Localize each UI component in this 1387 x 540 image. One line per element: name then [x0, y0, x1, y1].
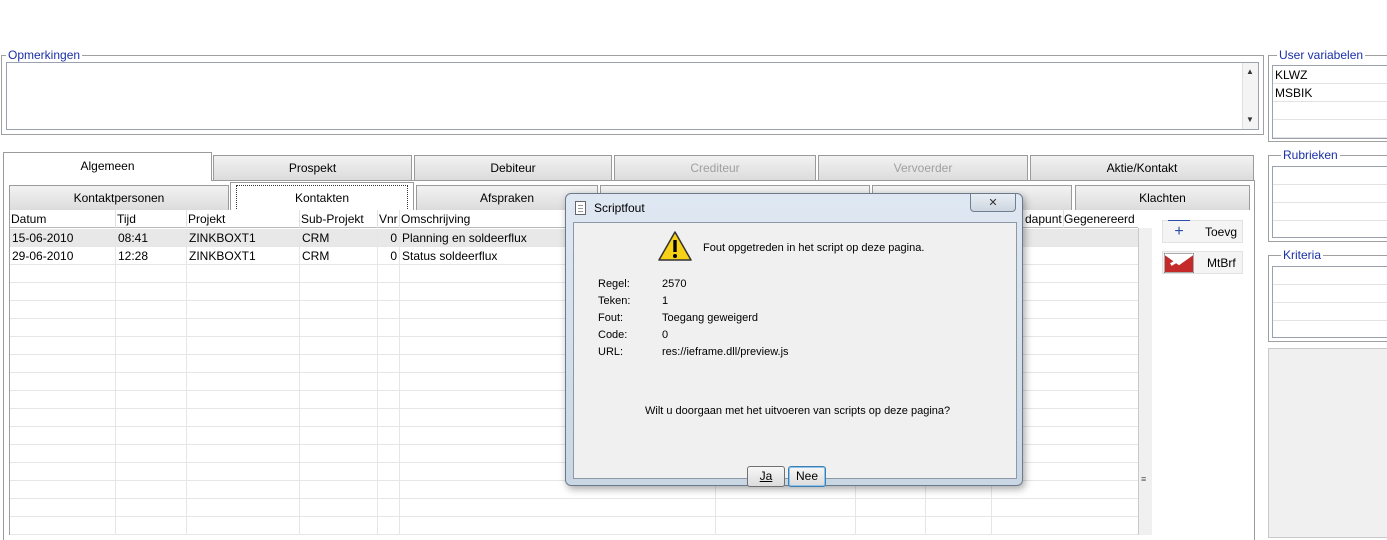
- list-item[interactable]: [1273, 167, 1387, 185]
- rubrieken-group: Rubrieken: [1268, 148, 1387, 242]
- tab-label: Aktie/Kontakt: [1106, 161, 1178, 175]
- opmerkingen-textarea[interactable]: ▲ ▼: [6, 62, 1259, 130]
- dialog-title: Scriptfout: [594, 201, 645, 215]
- list-item[interactable]: [1273, 185, 1387, 203]
- tab-label: Crediteur: [690, 161, 740, 175]
- tab-prospekt[interactable]: Prospekt: [213, 155, 412, 180]
- cell-vnr: 0: [378, 229, 400, 247]
- rubrieken-legend: Rubrieken: [1281, 148, 1340, 162]
- tab-label: Afspraken: [479, 191, 535, 205]
- right-panel-empty: [1268, 348, 1387, 538]
- cell-tijd: 12:28: [116, 247, 187, 265]
- subtab-kontaktpersonen[interactable]: Kontaktpersonen: [9, 185, 229, 210]
- list-item[interactable]: [1273, 120, 1387, 138]
- tab-algemeen[interactable]: Algemeen: [3, 152, 212, 181]
- mtbrf-label: MtBrf: [1207, 255, 1236, 270]
- toevg-button[interactable]: + Toevg: [1162, 219, 1243, 243]
- list-item[interactable]: MSBIK: [1273, 84, 1387, 102]
- subtab-kontakten[interactable]: Kontakten: [230, 182, 414, 211]
- tab-crediteur[interactable]: Crediteur: [614, 155, 816, 180]
- subtab-klachten[interactable]: Klachten: [1075, 185, 1250, 210]
- warning-icon: [658, 231, 692, 264]
- opmerkingen-legend: Opmerkingen: [6, 48, 83, 62]
- cell-datum: 15-06-2010: [10, 229, 116, 247]
- tab-vervoerder[interactable]: Vervoerder: [818, 155, 1028, 180]
- tab-label: Kontakten: [235, 185, 409, 211]
- list-item[interactable]: [1273, 102, 1387, 120]
- cell-projekt: ZINKBOXT1: [187, 247, 300, 265]
- column-header-tijd[interactable]: Tijd: [116, 210, 187, 228]
- document-icon: [575, 201, 586, 215]
- label-fout: Fout:: [598, 312, 624, 324]
- value-code: 0: [662, 329, 669, 341]
- dialog-question: Wilt u doorgaan met het uitvoeren van sc…: [645, 405, 951, 417]
- tab-label: Algemeen: [80, 159, 135, 173]
- grid-vertical-scrollbar[interactable]: ≡: [1138, 228, 1152, 535]
- opmerkingen-group: Opmerkingen ▲ ▼: [1, 48, 1264, 135]
- dialog-body: Fout opgetreden in het script op deze pa…: [573, 222, 1017, 487]
- column-header-datum[interactable]: Datum: [10, 210, 116, 228]
- list-item[interactable]: [1273, 203, 1387, 221]
- list-item[interactable]: [1273, 303, 1387, 321]
- tab-debiteur[interactable]: Debiteur: [414, 155, 612, 180]
- value-url: res://ieframe.dll/preview.js: [662, 346, 789, 358]
- cell-sub-projekt: CRM: [300, 229, 378, 247]
- list-item[interactable]: [1273, 267, 1387, 285]
- rubrieken-list[interactable]: [1272, 166, 1387, 238]
- scroll-up-icon[interactable]: ▲: [1246, 67, 1254, 76]
- user-variabelen-group: User variabelen KLWZ MSBIK: [1268, 48, 1387, 142]
- tab-label: Kontaktpersonen: [73, 191, 165, 205]
- value-fout: Toegang geweigerd: [662, 312, 759, 324]
- tab-label: Prospekt: [288, 161, 337, 175]
- list-item[interactable]: KLWZ: [1273, 66, 1387, 84]
- toevg-label: Toevg: [1205, 224, 1238, 239]
- scrollbar-grip-icon[interactable]: ≡: [1141, 475, 1150, 484]
- plus-icon: +: [1163, 219, 1195, 241]
- scroll-down-icon[interactable]: ▼: [1246, 115, 1254, 124]
- column-header-sub-projekt[interactable]: Sub-Projekt: [300, 210, 378, 228]
- cell-tijd: 08:41: [116, 229, 187, 247]
- cell-projekt: ZINKBOXT1: [187, 229, 300, 247]
- column-header-projekt[interactable]: Projekt: [187, 210, 300, 228]
- user-variabelen-legend: User variabelen: [1277, 48, 1366, 62]
- cell-vnr: 0: [378, 247, 400, 265]
- label-regel: Regel:: [598, 278, 630, 290]
- opmerkingen-scrollbar[interactable]: ▲ ▼: [1242, 63, 1258, 129]
- tab-label: Klachten: [1139, 191, 1186, 205]
- value-teken: 1: [662, 295, 669, 307]
- close-button[interactable]: ✕: [970, 194, 1016, 212]
- column-header-vnr[interactable]: Vnr: [378, 210, 400, 228]
- nee-button[interactable]: Nee: [788, 466, 826, 487]
- close-icon: ✕: [988, 197, 998, 209]
- list-item[interactable]: [1273, 285, 1387, 303]
- mtbrf-button[interactable]: MtBrf: [1162, 251, 1243, 274]
- tab-label: Debiteur: [490, 161, 536, 175]
- user-variabelen-list[interactable]: KLWZ MSBIK: [1272, 65, 1387, 139]
- scriptfout-dialog: Scriptfout ✕ Fout opgetreden in het scri…: [565, 193, 1023, 487]
- kriteria-list[interactable]: [1272, 266, 1387, 338]
- tab-label: Vervoerder: [893, 161, 953, 175]
- letter-icon: [1163, 252, 1195, 273]
- kriteria-group: Kriteria: [1268, 248, 1387, 342]
- kriteria-legend: Kriteria: [1281, 248, 1324, 262]
- label-url: URL:: [598, 346, 624, 358]
- ja-label: Ja: [759, 469, 773, 483]
- nee-label: Nee: [795, 469, 818, 483]
- column-header-gegenereerd[interactable]: Gegenereerd: [1063, 210, 1138, 228]
- tab-aktie-kontakt[interactable]: Aktie/Kontakt: [1030, 155, 1254, 180]
- label-teken: Teken:: [598, 295, 631, 307]
- column-header-dapunt[interactable]: dapunt: [1024, 210, 1064, 228]
- label-code: Code:: [598, 329, 628, 341]
- value-regel: 2570: [662, 278, 687, 290]
- ja-button[interactable]: Ja: [747, 466, 785, 487]
- dialog-message: Fout opgetreden in het script op deze pa…: [703, 242, 925, 254]
- cell-sub-projekt: CRM: [300, 247, 378, 265]
- cell-datum: 29-06-2010: [10, 247, 116, 265]
